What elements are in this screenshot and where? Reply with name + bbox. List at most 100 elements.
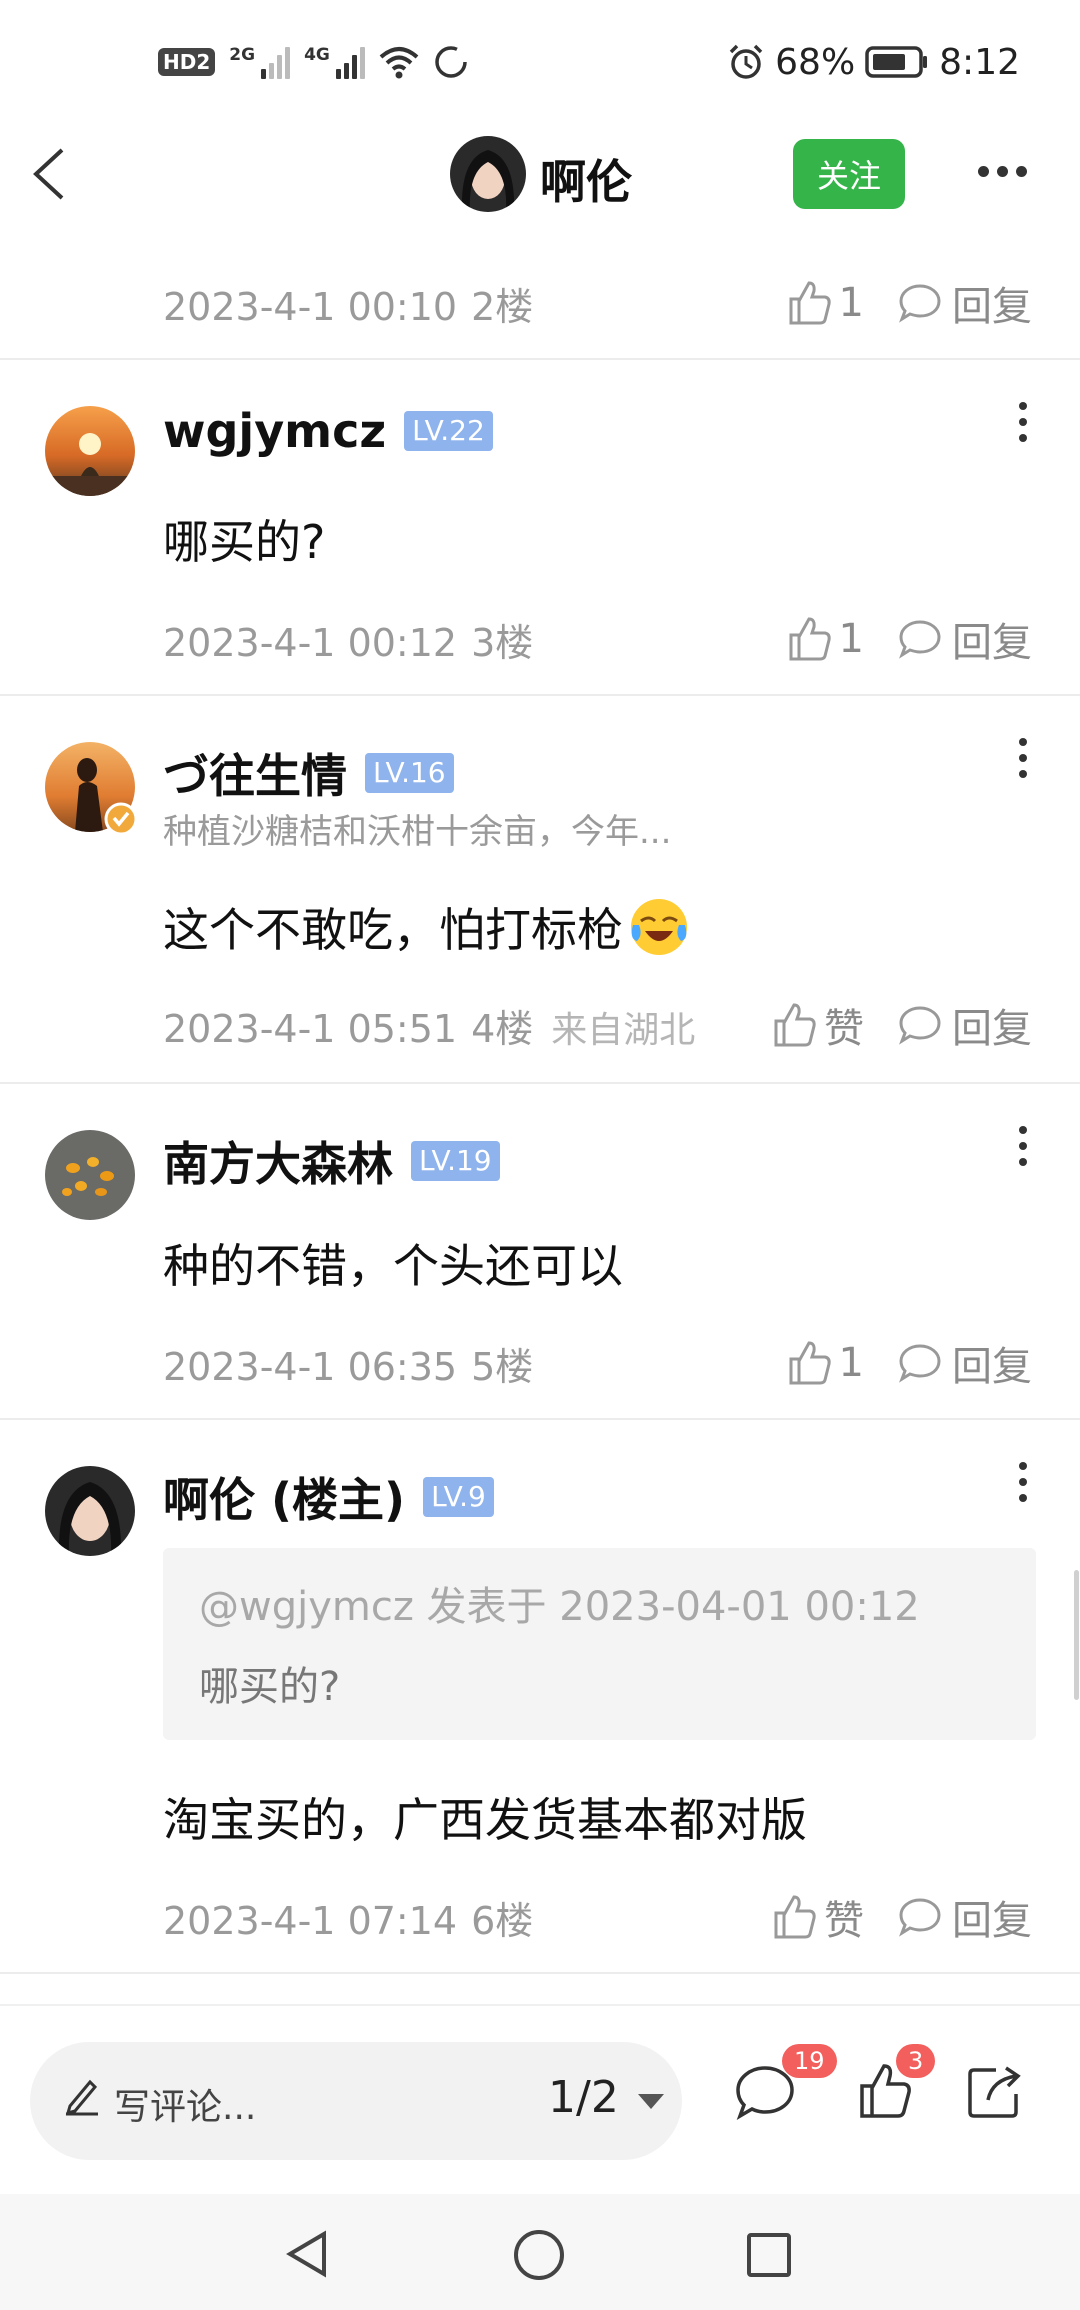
clock: 8:12 (939, 41, 1020, 83)
battery-icon (865, 46, 928, 78)
comment-icon (899, 284, 941, 323)
hd-icon: HD2 (158, 48, 216, 76)
page-title: 啊伦 (540, 155, 632, 209)
username-text: wgjymcz (163, 404, 387, 458)
post-menu-icon[interactable] (1019, 402, 1027, 442)
like-count: 赞 (824, 1006, 864, 1052)
reply-label: 回复 (952, 284, 1032, 330)
signal-icon (261, 45, 291, 79)
floor-number: 3楼 (471, 621, 534, 665)
comment-text: 种的不错，个头还可以 (163, 1239, 623, 1293)
comment-icon (899, 1006, 941, 1045)
system-nav-bar (0, 2194, 1080, 2310)
post-actions: 1 回复 (785, 610, 1032, 668)
battery-percent: 68% (775, 41, 856, 83)
reply-label: 回复 (952, 620, 1032, 666)
username[interactable]: wgjymcz LV.22 (163, 404, 493, 458)
quote-header: @wgjymcz 发表于 2023-04-01 00:12 (199, 1584, 920, 1630)
user-bio: 种植沙糖桔和沃柑十余亩，今年... (163, 812, 672, 852)
more-icon[interactable] (978, 166, 1027, 177)
like-count: 赞 (824, 1898, 864, 1944)
divider (0, 1972, 1080, 1974)
divider (0, 1418, 1080, 1420)
quote-text: 哪买的? (199, 1664, 341, 1710)
like-button[interactable]: 1 (785, 1339, 864, 1387)
timestamp: 2023-4-1 05:51 (163, 1007, 458, 1051)
page-indicator[interactable]: 1/2 (548, 2072, 619, 2123)
nav-recents-icon[interactable] (744, 2230, 794, 2280)
like-post-button[interactable]: 3 (856, 2044, 936, 2120)
signal-icon (335, 45, 365, 79)
wifi-icon (379, 47, 419, 79)
status-left: HD2 2G 4G (158, 40, 469, 84)
chevron-down-icon[interactable] (638, 2094, 664, 2109)
nav-home-icon[interactable] (512, 2228, 566, 2282)
sync-icon (435, 46, 467, 78)
signal-type-label: 2G (229, 45, 256, 65)
comment-text: 这个不敢吃，怕打标枪 (163, 903, 623, 957)
comment-icon (899, 620, 941, 659)
post-meta: 2023-4-1 05:51 4楼 来自湖北 (163, 998, 695, 1053)
floor-number: 2楼 (471, 285, 534, 329)
post-actions: 1 回复 (785, 274, 1032, 332)
location-label: 来自湖北 (551, 1010, 696, 1051)
timestamp: 2023-4-1 07:14 (163, 1899, 458, 1943)
top-nav: 啊伦 关注 (0, 120, 1080, 230)
reply-button[interactable]: 回复 (898, 274, 1032, 332)
username[interactable]: づ往生情 LV.16 (163, 740, 454, 806)
divider (0, 1082, 1080, 1084)
divider (0, 694, 1080, 696)
crying-laughing-emoji-icon (631, 899, 687, 955)
nav-back-icon[interactable] (282, 2228, 334, 2280)
reply-button[interactable]: 回复 (898, 1334, 1032, 1392)
share-icon (968, 2066, 1021, 2118)
comment-input[interactable]: 写评论... 1/2 (30, 2042, 682, 2160)
username[interactable]: 南方大森林 LV.19 (163, 1128, 500, 1194)
comment-text: 哪买的? (163, 515, 326, 569)
author-avatar[interactable] (450, 136, 526, 212)
like-button[interactable]: 赞 (770, 996, 864, 1054)
like-button[interactable]: 赞 (770, 1888, 864, 1946)
post-menu-icon[interactable] (1019, 1126, 1027, 1166)
username[interactable]: 啊伦 (楼主) LV.9 (163, 1464, 494, 1530)
post-actions: 赞 回复 (770, 1888, 1032, 1946)
scrollbar[interactable] (1074, 1570, 1079, 1700)
thumb-up-icon (789, 617, 831, 661)
quoted-comment[interactable]: @wgjymcz 发表于 2023-04-01 00:12 哪买的? (163, 1548, 1036, 1740)
reply-button[interactable]: 回复 (898, 1888, 1032, 1946)
thumb-up-icon (774, 1895, 816, 1939)
timestamp: 2023-4-1 06:35 (163, 1345, 458, 1389)
like-button[interactable]: 1 (785, 279, 864, 327)
post-actions: 1 回复 (785, 1334, 1032, 1392)
comments-button[interactable]: 19 (734, 2044, 837, 2120)
timestamp: 2023-4-1 00:12 (163, 621, 458, 665)
follow-button[interactable]: 关注 (793, 139, 905, 209)
avatar[interactable] (45, 1130, 135, 1220)
like-button[interactable]: 1 (785, 615, 864, 663)
share-button[interactable] (966, 2062, 1030, 2126)
username-text: づ往生情 (163, 749, 347, 803)
level-badge: LV.16 (365, 753, 454, 793)
thumb-up-icon (789, 1341, 831, 1385)
avatar[interactable] (45, 1466, 135, 1556)
reply-label: 回复 (952, 1006, 1032, 1052)
floor-number: 5楼 (471, 1345, 534, 1389)
back-arrow-icon[interactable] (22, 144, 82, 204)
reply-button[interactable]: 回复 (898, 610, 1032, 668)
like-count-badge: 3 (896, 2044, 936, 2078)
post-meta: 2023-4-1 00:10 2楼 (163, 276, 533, 331)
post-menu-icon[interactable] (1019, 738, 1027, 778)
reply-label: 回复 (952, 1898, 1032, 1944)
comment-icon (899, 1898, 941, 1937)
post-menu-icon[interactable] (1019, 1462, 1027, 1502)
like-count: 1 (838, 616, 864, 662)
pencil-icon (65, 2079, 98, 2116)
comment-placeholder: 写评论... (114, 2087, 257, 2128)
thumb-up-icon (774, 1003, 816, 1047)
reply-label: 回复 (952, 1344, 1032, 1390)
like-count: 1 (838, 280, 864, 326)
avatar[interactable] (45, 406, 135, 496)
level-badge: LV.19 (411, 1141, 500, 1181)
reply-button[interactable]: 回复 (898, 996, 1032, 1054)
post-meta: 2023-4-1 00:12 3楼 (163, 612, 533, 667)
